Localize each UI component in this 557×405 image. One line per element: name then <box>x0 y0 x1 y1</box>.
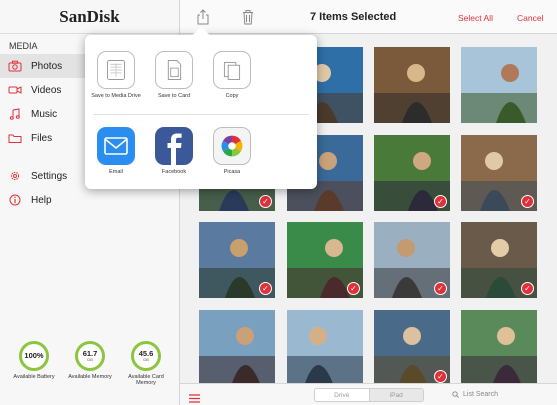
photo-thumbnail[interactable] <box>199 310 275 383</box>
meter-ring: 45.6 GB <box>131 341 161 371</box>
sidebar-item-label: Files <box>31 132 53 144</box>
share-label: Save to Media Drive <box>91 93 141 99</box>
facebook-share-button[interactable]: Facebook <box>147 127 201 176</box>
picasa-icon <box>213 127 251 165</box>
photo-thumbnail[interactable] <box>374 47 450 123</box>
selected-check-icon: ✓ <box>434 370 447 383</box>
email-share-button[interactable]: Email <box>89 127 143 176</box>
photo-thumbnail[interactable]: ✓ <box>374 310 450 383</box>
selected-check-icon: ✓ <box>521 195 534 208</box>
battery-meter: 100% Available Battery <box>8 341 60 405</box>
popover-divider <box>93 114 309 115</box>
top-bar: 7 Items Selected Select All Cancel <box>180 0 557 34</box>
photo-thumbnail[interactable]: ✓ <box>287 222 363 298</box>
memory-meter: 61.7 GB Available Memory <box>64 341 116 405</box>
info-icon <box>8 194 22 206</box>
picasa-share-button[interactable]: Picasa <box>205 127 259 176</box>
copy-icon <box>213 51 251 89</box>
folder-icon <box>8 132 22 144</box>
sidebar-item-label: Help <box>31 194 52 206</box>
meter-ring: 100% <box>19 341 49 371</box>
photo-thumbnail[interactable]: ✓ <box>199 222 275 298</box>
list-search[interactable]: List Search <box>452 391 498 398</box>
photo-thumbnail[interactable]: ✓ <box>461 135 537 211</box>
app-window: SanDisk MEDIA Photos Videos Music Files … <box>0 0 557 405</box>
share-label: Facebook <box>161 169 187 175</box>
brand-logo: SanDisk <box>0 0 179 34</box>
share-label: Picasa <box>223 169 241 175</box>
trash-icon[interactable] <box>241 9 255 25</box>
share-icon[interactable] <box>196 9 210 25</box>
meter-label: Available Memory <box>68 374 112 380</box>
selected-check-icon: ✓ <box>259 195 272 208</box>
storage-meters: 100% Available Battery 61.7 GB Available … <box>0 341 180 405</box>
gear-icon <box>8 170 22 182</box>
photo-image <box>461 47 537 123</box>
cancel-button[interactable]: Cancel <box>517 13 543 23</box>
camera-icon <box>8 60 22 72</box>
email-icon <box>97 127 135 165</box>
photo-image <box>374 47 450 123</box>
bottom-bar: Drive iPad List Search <box>180 383 557 405</box>
photo-image <box>199 310 275 383</box>
share-label: Copy <box>225 93 239 99</box>
share-services-row: Email Facebook Picasa <box>85 127 317 176</box>
photo-thumbnail[interactable] <box>461 47 537 123</box>
source-segmented-control: Drive iPad <box>314 388 424 402</box>
segment-ipad[interactable]: iPad <box>368 389 423 401</box>
share-label: Save to Card <box>157 93 191 99</box>
menu-icon[interactable] <box>189 390 200 403</box>
selected-check-icon: ✓ <box>347 282 360 295</box>
facebook-icon <box>155 127 193 165</box>
photo-thumbnail[interactable]: ✓ <box>374 222 450 298</box>
selected-check-icon: ✓ <box>259 282 272 295</box>
meter-unit: GB <box>87 356 93 362</box>
media-drive-icon <box>97 51 135 89</box>
sd-card-icon <box>155 51 193 89</box>
sidebar-item-label: Photos <box>31 60 63 72</box>
photo-thumbnail[interactable] <box>287 310 363 383</box>
photo-thumbnail[interactable]: ✓ <box>374 135 450 211</box>
selection-title: 7 Items Selected <box>310 11 397 23</box>
video-icon <box>8 84 22 96</box>
copy-button[interactable]: Copy <box>205 51 259 100</box>
card-memory-meter: 45.6 GB Available Card Memory <box>120 341 172 405</box>
meter-value: 100% <box>24 351 44 361</box>
photo-thumbnail[interactable] <box>461 310 537 383</box>
search-icon <box>452 391 459 398</box>
sidebar-item-label: Videos <box>31 84 62 96</box>
share-popover: Save to Media Drive Save to Card Copy Em… <box>85 26 317 189</box>
meter-unit: GB <box>143 356 149 362</box>
selected-check-icon: ✓ <box>521 282 534 295</box>
photo-image <box>461 310 537 383</box>
photo-thumbnail[interactable]: ✓ <box>461 222 537 298</box>
segment-drive[interactable]: Drive <box>315 389 369 401</box>
save-to-card-button[interactable]: Save to Card <box>147 51 201 100</box>
save-to-media-drive-button[interactable]: Save to Media Drive <box>89 51 143 100</box>
sidebar-item-help[interactable]: Help <box>0 188 179 212</box>
sidebar-item-label: Music <box>31 108 58 120</box>
photo-image <box>287 310 363 383</box>
sidebar-item-label: Settings <box>31 170 68 182</box>
selected-check-icon: ✓ <box>434 195 447 208</box>
music-icon <box>8 108 22 120</box>
meter-ring: 61.7 GB <box>75 341 105 371</box>
share-label: Email <box>109 169 123 175</box>
list-search-label: List Search <box>463 391 499 398</box>
share-actions-row: Save to Media Drive Save to Card Copy <box>85 51 317 100</box>
selected-check-icon: ✓ <box>434 282 447 295</box>
meter-label: Available Battery <box>13 374 55 380</box>
select-all-button[interactable]: Select All <box>458 13 493 23</box>
meter-label: Available Card Memory <box>128 374 164 387</box>
